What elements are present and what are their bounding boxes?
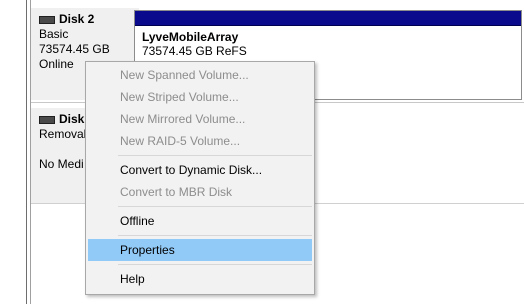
disk-drive-icon: [39, 15, 55, 24]
menu-convert-to-mbr-disk[interactable]: Convert to MBR Disk: [88, 181, 312, 203]
menu-separator: [118, 155, 312, 156]
window-left-edge: [0, 0, 31, 304]
menu-help[interactable]: Help: [88, 268, 312, 290]
disk-drive-icon: [39, 115, 55, 124]
disk-removable-name: Disk: [59, 112, 85, 126]
menu-properties[interactable]: Properties: [88, 239, 312, 261]
menu-new-spanned-volume[interactable]: New Spanned Volume...: [88, 64, 312, 86]
partition-info: 73574.45 GB ReFS: [142, 44, 247, 58]
partition-name: LyveMobileArray: [142, 30, 239, 44]
menu-new-striped-volume[interactable]: New Striped Volume...: [88, 86, 312, 108]
disk-2-name: Disk 2: [59, 12, 95, 26]
menu-new-raid5-volume[interactable]: New RAID-5 Volume...: [88, 130, 312, 152]
menu-offline[interactable]: Offline: [88, 210, 312, 232]
menu-new-mirrored-volume[interactable]: New Mirrored Volume...: [88, 108, 312, 130]
disk-2-type: Basic: [39, 27, 69, 41]
menu-separator: [118, 264, 312, 265]
menu-separator: [118, 235, 312, 236]
disk-2-size: 73574.45 GB: [39, 42, 110, 56]
partition-color-bar: [135, 11, 521, 26]
context-menu: New Spanned Volume... New Striped Volume…: [85, 61, 315, 295]
menu-separator: [118, 206, 312, 207]
menu-convert-to-dynamic-disk[interactable]: Convert to Dynamic Disk...: [88, 159, 312, 181]
